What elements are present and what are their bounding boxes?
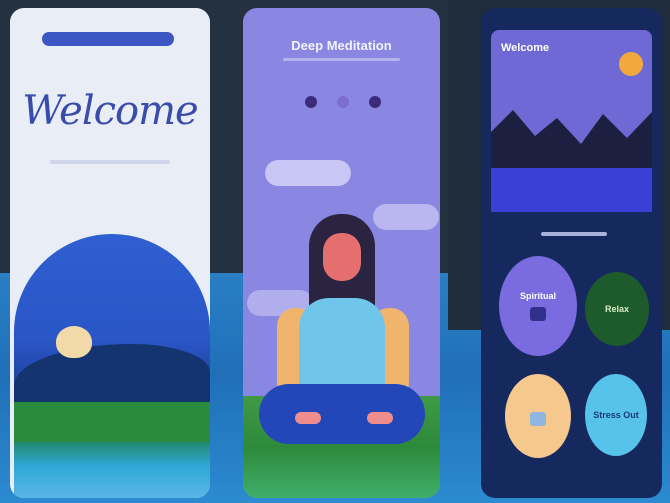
page-indicator — [305, 96, 381, 108]
screen-title: Deep Meditation — [291, 38, 392, 53]
hero-title: Welcome — [501, 42, 550, 54]
meditator-body — [299, 298, 385, 394]
sun-icon — [619, 52, 643, 76]
category-image[interactable] — [505, 374, 571, 458]
subtitle-line — [283, 58, 400, 61]
meditation-screen: Deep Meditation — [243, 8, 440, 498]
meditator-face — [323, 233, 361, 281]
welcome-heading: Welcome — [22, 88, 198, 134]
meditator-foot-right — [367, 412, 393, 424]
cloud-icon — [265, 160, 351, 186]
welcome-screen: Welcome — [10, 8, 210, 498]
section-divider — [541, 232, 607, 236]
lotus-icon — [56, 326, 92, 358]
category-stress-out[interactable]: Stress Out — [585, 374, 647, 456]
category-label: Relax — [604, 304, 630, 314]
meditator-legs — [259, 384, 425, 444]
cloud-icon — [373, 204, 439, 230]
category-label: Spiritual — [519, 291, 556, 301]
image-icon — [530, 412, 546, 426]
meditator-foot-left — [295, 412, 321, 424]
category-label: Stress Out — [593, 410, 639, 420]
home-screen: Welcome Spiritual Relax Stress Out — [481, 8, 662, 498]
page-dot-1[interactable] — [305, 96, 317, 108]
grass — [14, 402, 210, 442]
hero-banner: Welcome — [491, 30, 652, 175]
top-bar — [42, 32, 174, 46]
mountains-illustration — [491, 110, 652, 175]
page-dot-3[interactable] — [369, 96, 381, 108]
lake-strip — [491, 168, 652, 212]
category-spiritual[interactable]: Spiritual — [499, 256, 577, 356]
welcome-subtext-line — [50, 160, 170, 164]
category-relax[interactable]: Relax — [585, 272, 649, 346]
landscape-illustration — [14, 234, 210, 498]
page-dot-2[interactable] — [337, 96, 349, 108]
yoga-icon — [530, 307, 546, 321]
